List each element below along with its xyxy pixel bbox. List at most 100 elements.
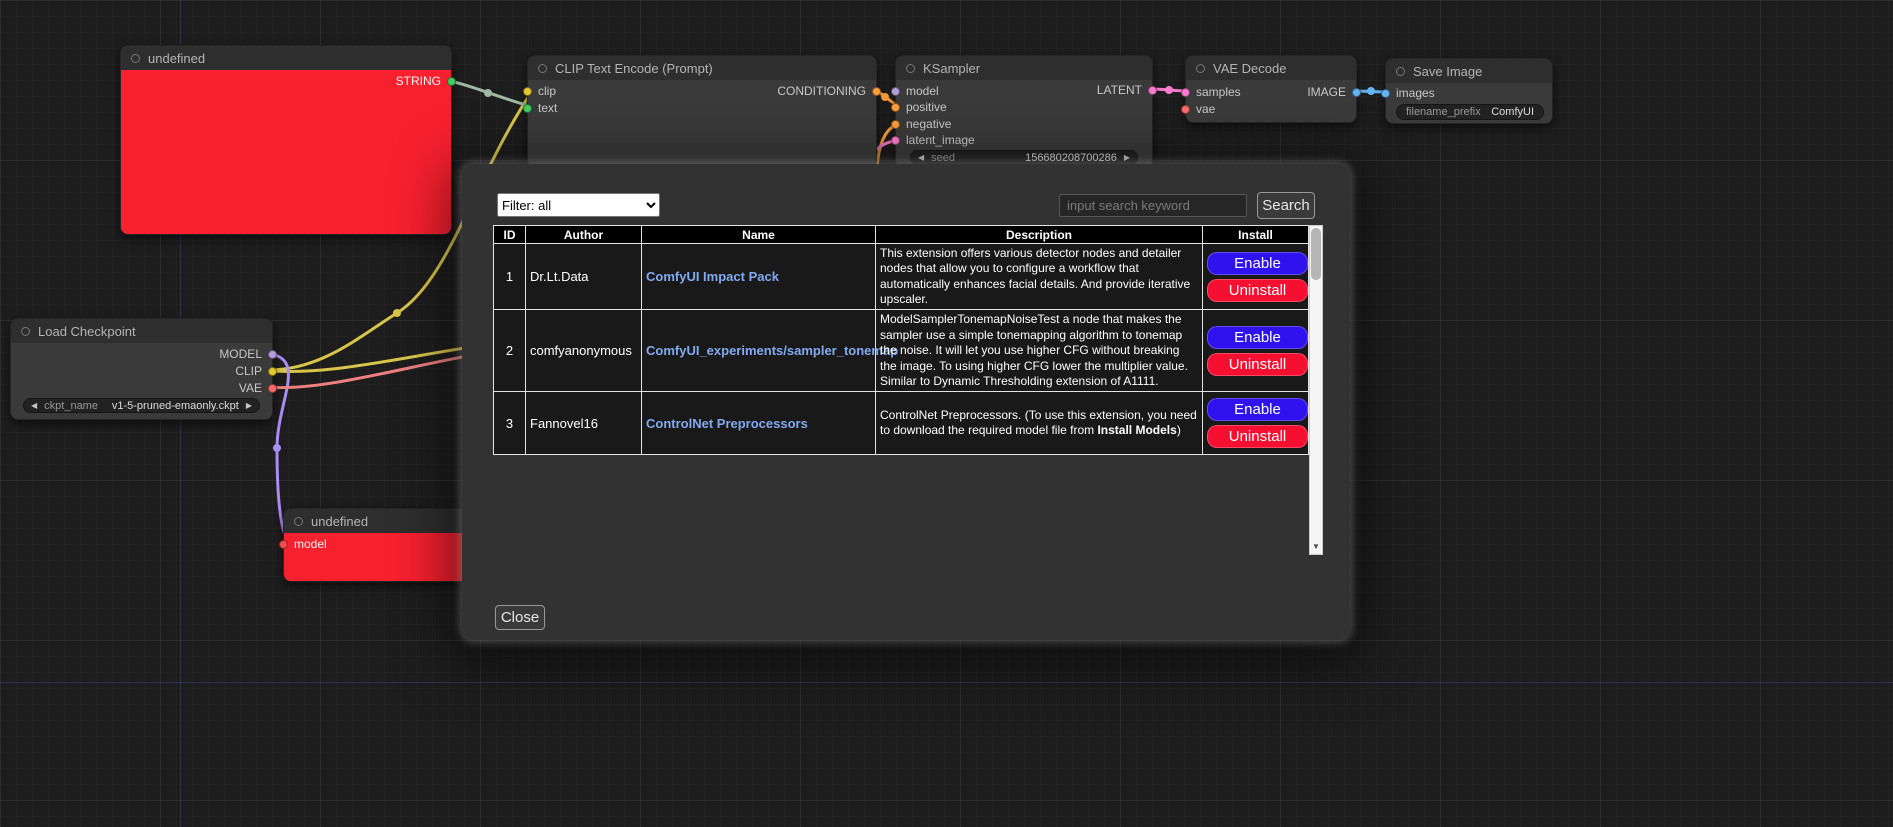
node-collapse-dot[interactable] [294,517,303,526]
output-port-image[interactable]: IMAGE [1307,85,1361,99]
header-author: Author [526,226,642,244]
extension-link[interactable]: ComfyUI Impact Pack [646,269,779,284]
ckpt-name-widget[interactable]: ◀ ckpt_name v1-5-pruned-emaonly.ckpt ▶ [23,398,260,413]
input-port-latent-image[interactable]: latent_image [891,133,975,147]
seed-increment-icon[interactable]: ▶ [1124,154,1130,162]
seed-value: 156680208700286 [1025,152,1117,164]
header-id: ID [494,226,526,244]
node-title-bar[interactable]: KSampler [896,56,1152,80]
ckpt-next-icon[interactable]: ▶ [246,402,252,410]
scrollbar-thumb[interactable] [1311,228,1321,280]
node-title: undefined [311,514,368,529]
close-button[interactable]: Close [495,605,545,630]
extension-link[interactable]: ComfyUI_experiments/sampler_tonemap [646,343,898,358]
comfyui-canvas[interactable]: { "nodes": { "undefined_top": { "title":… [0,0,1893,827]
port-dot-samples[interactable] [1181,88,1190,97]
node-collapse-dot[interactable] [21,327,30,336]
cell-author: Dr.Lt.Data [526,244,642,310]
node-title-bar[interactable]: Load Checkpoint [11,319,272,343]
node-save-image[interactable]: Save Image images filename_prefix ComfyU… [1385,58,1553,124]
table-scrollbar[interactable]: ▼ [1309,225,1323,555]
input-port-model[interactable]: model [279,537,327,551]
input-port-model[interactable]: model [891,84,939,98]
output-port-string[interactable]: STRING [396,74,456,88]
enable-button[interactable]: Enable [1207,252,1308,275]
seed-widget[interactable]: ◀ seed 156680208700286 ▶ [910,150,1138,165]
node-title-bar[interactable]: undefined [284,509,492,533]
port-dot-images[interactable] [1381,89,1390,98]
output-port-conditioning[interactable]: CONDITIONING [777,84,881,98]
node-title: VAE Decode [1213,61,1286,76]
search-button[interactable]: Search [1257,192,1315,219]
port-dot-model[interactable] [891,87,900,96]
output-port-model[interactable]: MODEL [219,347,277,361]
filename-prefix-label: filename_prefix [1406,106,1481,118]
port-dot-vae[interactable] [1181,105,1190,114]
node-vae-decode[interactable]: VAE Decode samples vae IMAGE [1185,55,1357,123]
extensions-table-container: ID Author Name Description Install 1 Dr.… [493,225,1323,555]
search-input[interactable] [1059,194,1247,217]
output-port-clip[interactable]: CLIP [235,364,277,378]
input-port-text[interactable]: text [523,101,557,115]
node-title-bar[interactable]: VAE Decode [1186,56,1356,80]
uninstall-button[interactable]: Uninstall [1207,425,1308,448]
node-clip-text-encode[interactable]: CLIP Text Encode (Prompt) clip text COND… [527,55,877,168]
node-ksampler[interactable]: KSampler model positive negative latent_… [895,55,1153,168]
node-title-bar[interactable]: Save Image [1386,59,1552,83]
node-load-checkpoint[interactable]: Load Checkpoint MODEL CLIP VAE ◀ ckpt_na… [10,318,273,420]
cell-description: ModelSamplerTonemapNoiseTest a node that… [876,310,1203,392]
header-name: Name [642,226,876,244]
port-dot-latent[interactable] [1148,86,1157,95]
extension-row: 3 Fannovel16 ControlNet Preprocessors Co… [494,392,1309,455]
wire-midpoint-dot [881,93,889,101]
port-dot-model-out[interactable] [268,350,277,359]
port-dot-vae-out[interactable] [268,384,277,393]
input-port-samples[interactable]: samples [1181,85,1241,99]
input-port-negative[interactable]: negative [891,117,951,131]
node-undefined-top[interactable]: undefined STRING [120,45,452,235]
canvas-axis-horizontal [0,682,1893,683]
output-port-vae[interactable]: VAE [239,381,277,395]
port-dot-model-error[interactable] [279,540,288,549]
input-port-clip[interactable]: clip [523,84,556,98]
port-dot-latent-image[interactable] [891,136,900,145]
wire-midpoint-dot [1367,87,1375,95]
node-title: Load Checkpoint [38,324,136,339]
node-collapse-dot[interactable] [538,64,547,73]
port-dot-string[interactable] [447,77,456,86]
enable-button[interactable]: Enable [1207,398,1308,421]
node-collapse-dot[interactable] [906,64,915,73]
port-dot-negative[interactable] [891,120,900,129]
scrollbar-down-arrow-icon[interactable]: ▼ [1310,540,1322,553]
seed-label: seed [931,152,955,164]
extension-row: 2 comfyanonymous ComfyUI_experiments/sam… [494,310,1309,392]
filename-prefix-widget[interactable]: filename_prefix ComfyUI [1396,104,1544,120]
uninstall-button[interactable]: Uninstall [1207,279,1308,302]
input-port-positive[interactable]: positive [891,100,947,114]
port-dot-conditioning[interactable] [872,87,881,96]
table-header-row: ID Author Name Description Install [494,226,1309,244]
ckpt-prev-icon[interactable]: ◀ [31,402,37,410]
seed-decrement-icon[interactable]: ◀ [918,154,924,162]
wire-midpoint-dot [1165,86,1173,94]
output-port-latent[interactable]: LATENT [1097,83,1157,97]
filter-select[interactable]: Filter: all [497,193,660,217]
input-port-images[interactable]: images [1381,86,1435,100]
node-title-bar[interactable]: undefined [121,46,451,70]
port-dot-image[interactable] [1352,88,1361,97]
ckpt-name-value: v1-5-pruned-emaonly.ckpt [112,400,239,412]
enable-button[interactable]: Enable [1207,326,1308,349]
node-collapse-dot[interactable] [1196,64,1205,73]
node-collapse-dot[interactable] [131,54,140,63]
input-port-vae[interactable]: vae [1181,102,1215,116]
uninstall-button[interactable]: Uninstall [1207,353,1308,376]
port-dot-positive[interactable] [891,103,900,112]
node-collapse-dot[interactable] [1396,67,1405,76]
wire-midpoint-dot [393,309,401,317]
port-dot-clip[interactable] [523,87,532,96]
port-dot-clip-out[interactable] [268,367,277,376]
port-dot-text[interactable] [523,104,532,113]
extension-link[interactable]: ControlNet Preprocessors [646,416,808,431]
cell-author: comfyanonymous [526,310,642,392]
node-title-bar[interactable]: CLIP Text Encode (Prompt) [528,56,876,80]
